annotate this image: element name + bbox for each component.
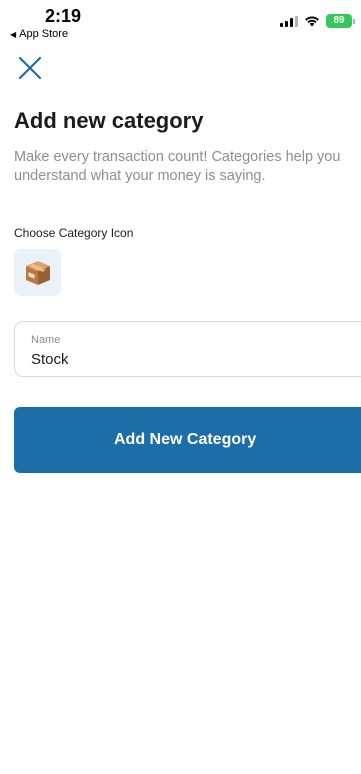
- name-field-label: Name: [31, 334, 61, 346]
- status-bar: 2:19 ◀ App Store 89: [0, 0, 361, 44]
- close-icon: [18, 56, 42, 80]
- choose-icon-label: Choose Category Icon: [14, 226, 134, 240]
- name-input[interactable]: [31, 351, 331, 368]
- cellular-signal-icon: [280, 15, 298, 27]
- status-time: 2:19: [45, 6, 82, 26]
- package-box-icon: [25, 260, 50, 285]
- name-field[interactable]: Name: [14, 321, 361, 377]
- battery-icon: 89: [326, 14, 355, 28]
- battery-level: 89: [326, 14, 352, 28]
- back-to-app-store-link[interactable]: ◀ App Store: [10, 28, 68, 40]
- category-icon-picker[interactable]: [14, 249, 61, 296]
- page-title: Add new category: [14, 108, 204, 133]
- status-icons: 89: [280, 14, 355, 28]
- wifi-icon: [305, 16, 319, 27]
- close-button[interactable]: [14, 52, 46, 84]
- page-subtitle: Make every transaction count! Categories…: [14, 149, 341, 184]
- back-app-label: App Store: [19, 28, 69, 40]
- back-triangle-icon: ◀: [10, 29, 17, 39]
- add-new-category-button[interactable]: Add New Category: [14, 407, 361, 473]
